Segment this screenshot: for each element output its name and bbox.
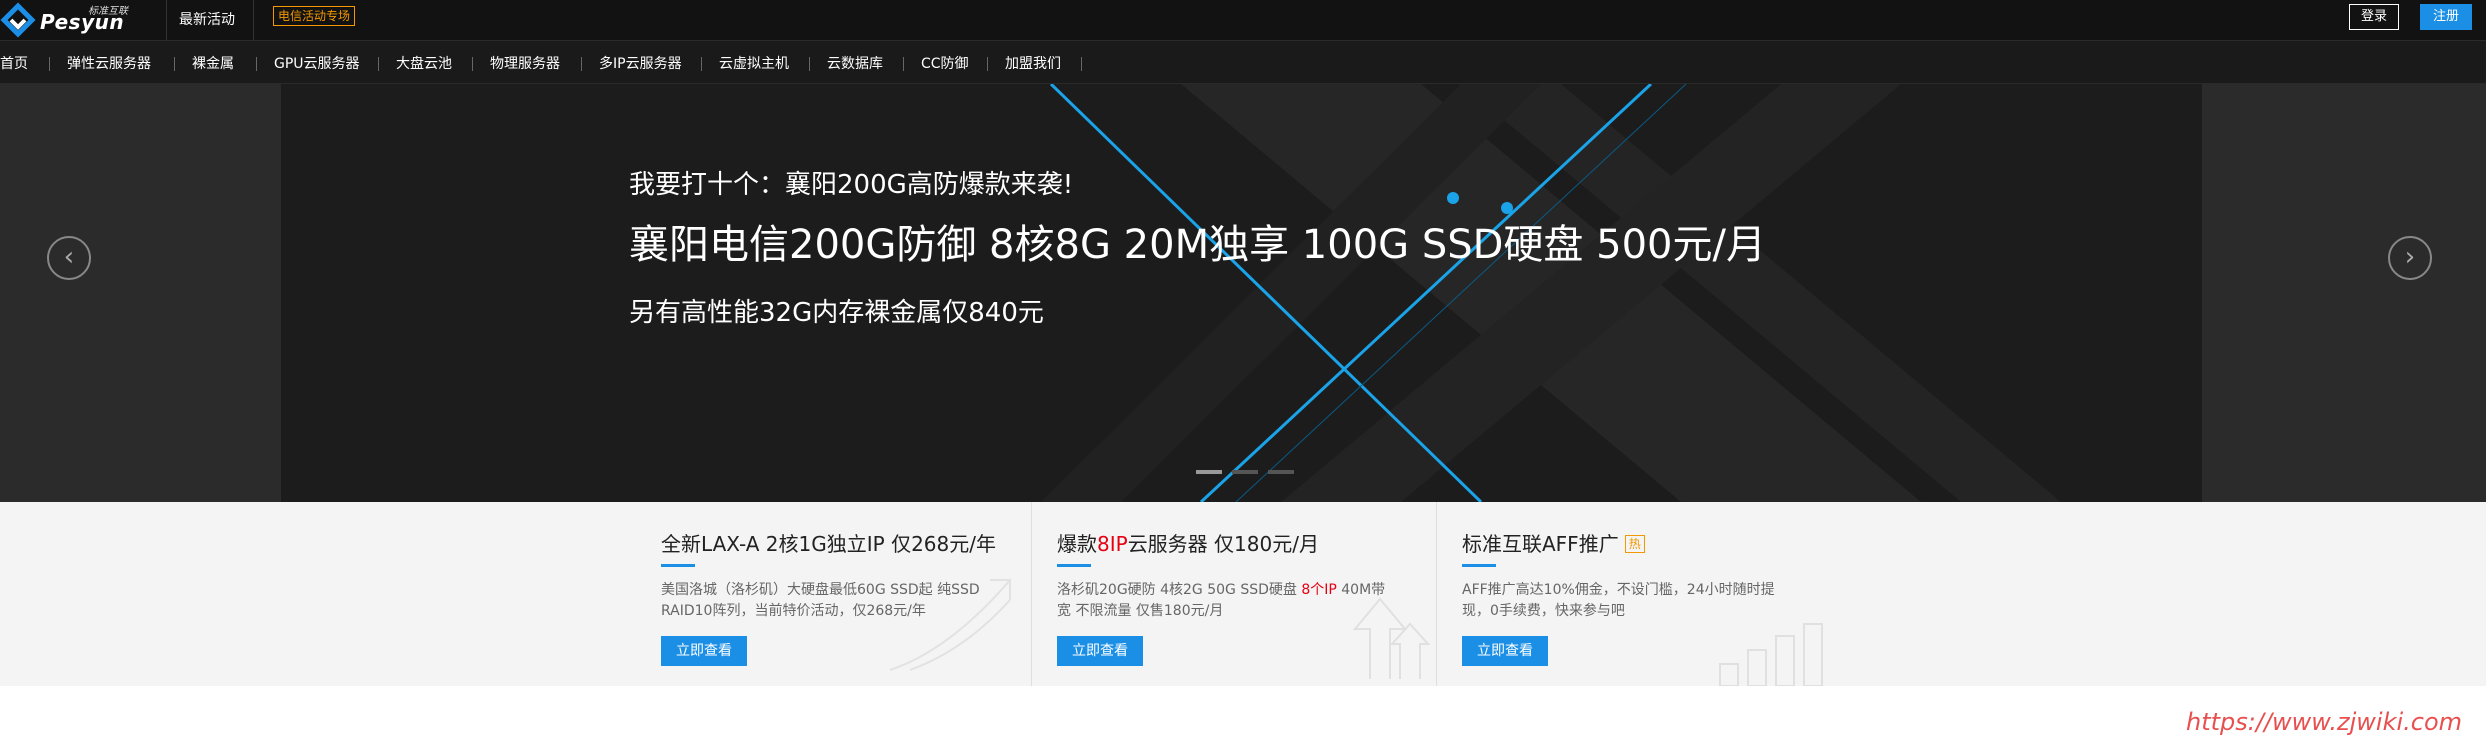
promo-card-aff: 标准互联AFF推广热 AFF推广高达10%佣金，不设门槛，24小时随时提现，0手… [1462, 502, 1822, 686]
telecom-event-badge[interactable]: 电信活动专场 [273, 6, 356, 26]
hero-title: 襄阳电信200G防御 8核8G 20M独享 100G SSD硬盘 500元/月 [629, 222, 1766, 268]
banner-decoration [1041, 84, 2061, 502]
divider [166, 0, 167, 40]
nav-divider [256, 57, 257, 71]
nav-item-join-us[interactable]: 加盟我们 [1005, 53, 1061, 73]
card-description: AFF推广高达10%佣金，不设门槛，24小时随时提现，0手续费，快来参与吧 [1462, 582, 1775, 619]
card-title[interactable]: 标准互联AFF推广热 [1462, 528, 1645, 557]
top-bar: Pesyun 标准互联 最新活动 电信活动专场 登录 注册 [0, 0, 2486, 40]
nav-divider [701, 57, 702, 71]
card-title-suffix: 云服务器 仅180元/月 [1127, 532, 1319, 556]
card-desc-highlight: 8个IP [1301, 582, 1337, 598]
promo-card-8ip: 爆款8IP云服务器 仅180元/月 洛杉矶20G硬防 4核2G 50G SSD硬… [1057, 502, 1417, 686]
promo-card-lax: 全新LAX-A 2核1G独立IP 仅268元/年 美国洛城（洛杉矶）大硬盘最低6… [661, 502, 1021, 686]
card-description: 洛杉矶20G硬防 4核2G 50G SSD硬盘 8个IP 40M带宽 不限流量 … [1057, 580, 1397, 622]
card-description: 美国洛城（洛杉矶）大硬盘最低60G SSD起 纯SSD RAID10阵列，当前特… [661, 582, 980, 619]
card-title[interactable]: 全新LAX-A 2核1G独立IP 仅268元/年 [661, 528, 996, 557]
card-underline [1462, 564, 1496, 567]
nav-divider [174, 57, 175, 71]
nav-item-cc-defense[interactable]: CC防御 [921, 53, 969, 73]
hero-subtitle: 另有高性能32G内存裸金属仅840元 [629, 298, 1044, 328]
nav-item-multi-ip-cloud[interactable]: 多IP云服务器 [599, 53, 682, 73]
card-title-prefix: 爆款 [1057, 532, 1097, 556]
nav-item-elastic-cloud[interactable]: 弹性云服务器 [67, 53, 151, 73]
nav-divider [1081, 57, 1082, 71]
card-title-text: 标准互联AFF推广 [1462, 532, 1619, 556]
nav-divider [903, 57, 904, 71]
nav-item-gpu-cloud[interactable]: GPU云服务器 [274, 53, 360, 73]
chevron-right-icon: › [2404, 242, 2416, 272]
latest-activities-link[interactable]: 最新活动 [179, 9, 235, 29]
card-underline [1057, 564, 1091, 567]
nav-divider [378, 57, 379, 71]
nav-divider [987, 57, 988, 71]
nav-item-cloud-database[interactable]: 云数据库 [827, 53, 883, 73]
view-now-button[interactable]: 立即查看 [1057, 636, 1143, 666]
nav-divider [472, 57, 473, 71]
card-desc-prefix: 洛杉矶20G硬防 4核2G 50G SSD硬盘 [1057, 582, 1302, 598]
logo-icon [0, 2, 36, 38]
card-title[interactable]: 爆款8IP云服务器 仅180元/月 [1057, 528, 1319, 557]
card-divider [1436, 502, 1437, 686]
card-title-highlight: 8IP [1097, 532, 1128, 556]
login-button[interactable]: 登录 [2349, 4, 2399, 30]
hero-headline: 我要打十个：襄阳200G高防爆款来袭! [629, 170, 1074, 200]
nav-item-physical-server[interactable]: 物理服务器 [490, 53, 560, 73]
site-watermark: https://www.zjwiki.com [2186, 708, 2463, 736]
view-now-button[interactable]: 立即查看 [661, 636, 747, 666]
nav-item-bare-metal[interactable]: 裸金属 [192, 53, 234, 73]
nav-divider [49, 57, 50, 71]
nav-item-disk-pool[interactable]: 大盘云池 [396, 53, 452, 73]
hot-badge: 热 [1624, 535, 1645, 553]
view-now-button[interactable]: 立即查看 [1462, 636, 1548, 666]
carousel-dot[interactable] [1268, 470, 1294, 474]
nav-divider [581, 57, 582, 71]
carousel-next-button[interactable]: › [2388, 236, 2432, 280]
carousel-dot[interactable] [1196, 470, 1222, 474]
chevron-left-icon: ‹ [63, 242, 75, 272]
hero-banner[interactable]: 我要打十个：襄阳200G高防爆款来袭! 襄阳电信200G防御 8核8G 20M独… [281, 84, 2202, 502]
main-nav: 首页 弹性云服务器 裸金属 GPU云服务器 大盘云池 物理服务器 多IP云服务器… [0, 40, 2486, 84]
register-button[interactable]: 注册 [2420, 4, 2472, 30]
brand-slogan: 标准互联 [88, 6, 128, 17]
nav-divider [809, 57, 810, 71]
nav-item-virtual-host[interactable]: 云虚拟主机 [719, 53, 789, 73]
logo[interactable]: Pesyun 标准互联 [0, 0, 166, 40]
card-divider [1031, 502, 1032, 686]
card-underline [661, 564, 695, 567]
nav-item-home[interactable]: 首页 [0, 53, 28, 73]
carousel-dot[interactable] [1232, 470, 1258, 474]
divider [253, 0, 254, 40]
carousel-prev-button[interactable]: ‹ [47, 236, 91, 280]
